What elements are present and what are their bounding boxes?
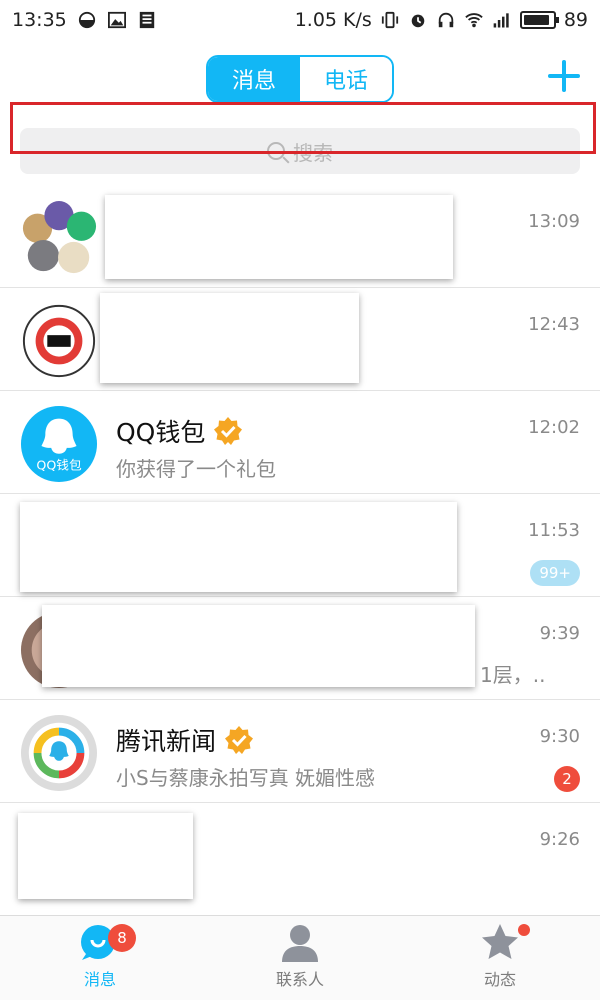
highlight-box	[10, 102, 596, 154]
unread-badge: 99+	[530, 560, 580, 586]
clock: 13:35	[12, 9, 67, 31]
half-circle-icon	[78, 11, 95, 29]
battery-icon	[519, 11, 559, 29]
qq-wallet-avatar-label: QQ钱包	[36, 457, 82, 472]
headphones-icon	[438, 12, 454, 28]
conversation-row[interactable]: 13:09	[0, 185, 600, 288]
group-avatar	[22, 200, 97, 274]
conversation-row[interactable]: QQ钱包 QQ钱包 你获得了一个礼包 12:02	[0, 391, 600, 494]
battery-percent: 89	[563, 9, 588, 31]
verified-icon	[225, 726, 254, 754]
messages-badge: 8	[108, 924, 136, 952]
tab-calls[interactable]: 电话	[300, 57, 392, 101]
plus-icon[interactable]	[546, 58, 582, 94]
tencent-news-avatar	[20, 714, 98, 792]
conversation-title: QQ钱包	[116, 413, 243, 449]
tab-label: 消息	[83, 970, 116, 989]
conversation-preview: 1层，..	[480, 663, 546, 687]
conversation-row[interactable]: 腾讯新闻 小S与蔡康永拍写真 妩媚性感 9:30 2	[0, 700, 600, 803]
tab-label: 联系人	[275, 970, 324, 989]
contacts-icon	[282, 925, 318, 962]
message-time: 9:30	[539, 726, 580, 747]
message-time: 9:26	[539, 829, 580, 850]
conversation-row[interactable]: 12:43	[0, 288, 600, 391]
tab-messages-bottom[interactable]: 8 消息	[0, 916, 200, 1000]
notification-dot	[518, 924, 530, 936]
segmented-control: 消息 电话	[206, 55, 394, 103]
status-bar: 13:35 1.05 K/s 89	[0, 0, 600, 40]
message-time: 11:53	[528, 520, 580, 541]
vibrate-icon	[381, 11, 398, 29]
tab-contacts[interactable]: 联系人	[200, 916, 400, 1000]
redacted-block	[100, 293, 359, 383]
message-time: 12:43	[528, 314, 580, 335]
message-time: 13:09	[528, 211, 580, 232]
conversation-title: 腾讯新闻	[116, 722, 254, 758]
tab-messages[interactable]: 消息	[208, 57, 300, 101]
conversation-row[interactable]: 11:53 99+	[0, 494, 600, 597]
message-time: 9:39	[539, 623, 580, 644]
conversation-list: 13:09 12:43 QQ钱包 QQ钱包 你获得了一个礼包 12:02 11:…	[0, 185, 600, 906]
star-icon	[482, 924, 518, 959]
wifi-icon	[465, 13, 483, 28]
conversation-row[interactable]: 1层，.. 9:39	[0, 597, 600, 700]
news-icon	[139, 11, 154, 29]
verified-icon	[214, 417, 243, 445]
redacted-block	[105, 195, 453, 279]
conversation-name: 腾讯新闻	[116, 727, 217, 756]
message-time: 12:02	[528, 417, 580, 438]
signal-4g-icon	[493, 13, 509, 28]
redacted-block	[42, 605, 475, 687]
tab-label: 动态	[483, 970, 516, 989]
conversation-name: QQ钱包	[116, 418, 206, 447]
unread-badge: 2	[554, 766, 580, 792]
redacted-block	[18, 813, 193, 899]
image-icon	[107, 11, 126, 29]
conversation-row[interactable]: 9:26	[0, 803, 600, 906]
conversation-preview: 你获得了一个礼包	[116, 457, 276, 481]
network-speed: 1.05 K/s	[294, 9, 372, 31]
qq-wallet-avatar: QQ钱包	[20, 405, 98, 483]
tab-moments[interactable]: 动态	[400, 916, 600, 1000]
panzer-avatar	[22, 304, 96, 378]
alarm-icon	[411, 14, 425, 28]
conversation-preview: 小S与蔡康永拍写真 妩媚性感	[116, 766, 376, 790]
redacted-block	[20, 502, 457, 592]
bottom-tab-bar: 8 消息 联系人 动态	[0, 915, 600, 1000]
